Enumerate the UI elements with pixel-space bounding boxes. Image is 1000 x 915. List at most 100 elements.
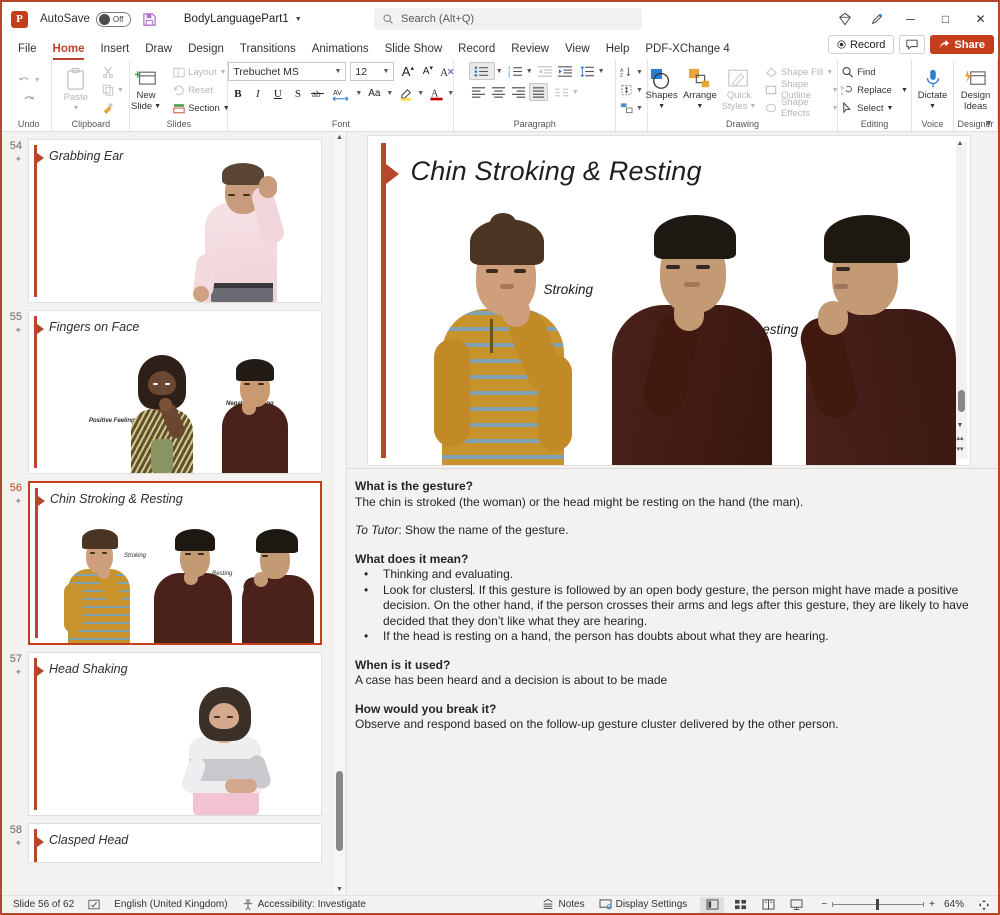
arrange-button[interactable]: Arrange ▼	[682, 68, 718, 112]
tab-draw[interactable]: Draw	[137, 38, 180, 60]
paste-button[interactable]: Paste ▼	[55, 67, 97, 114]
slide-counter[interactable]: Slide 56 of 62	[6, 899, 81, 910]
spellcheck-button[interactable]	[81, 899, 107, 910]
thumbnail-slide-54[interactable]: Grabbing Ear	[28, 139, 322, 303]
new-slide-chevron-down-icon[interactable]: ▼	[154, 101, 161, 112]
justify-button[interactable]	[529, 83, 548, 101]
line-spacing-button[interactable]	[578, 62, 597, 80]
select-chevron-down-icon[interactable]: ▼	[887, 105, 894, 112]
shape-fill-button[interactable]: Shape Fill ▼	[762, 64, 842, 81]
layout-button[interactable]: Layout ▼	[170, 64, 233, 81]
record-button[interactable]: Record	[828, 35, 894, 54]
section-button[interactable]: Section ▼	[170, 100, 233, 117]
thumbnail-slide-58[interactable]: Clasped Head	[28, 823, 322, 863]
display-settings-button[interactable]: Display Settings	[592, 899, 695, 910]
font-name-combobox[interactable]: Trebuchet MS ▼	[228, 62, 346, 81]
character-spacing-chevron-down-icon[interactable]: ▼	[355, 90, 362, 97]
decrease-indent-button[interactable]	[536, 62, 555, 80]
cut-button[interactable]	[99, 64, 127, 81]
align-right-button[interactable]	[509, 83, 528, 101]
shapes-button[interactable]: Shapes ▼	[643, 68, 679, 112]
fit-to-window-button[interactable]	[971, 899, 994, 911]
slide-scroll-up-arrow-icon[interactable]: ▲	[957, 140, 964, 147]
text-highlight-button[interactable]	[397, 84, 416, 103]
columns-button[interactable]	[552, 83, 571, 101]
notes-content[interactable]: What is the gesture? The chin is stroked…	[355, 479, 978, 733]
thumbnail-scroll-down-arrow-icon[interactable]: ▼	[336, 886, 343, 893]
maximize-button[interactable]: □	[928, 3, 963, 35]
thumbnail-row-54[interactable]: 54 ✦ Grabbing Ear	[2, 139, 328, 310]
zoom-slider-handle[interactable]	[876, 899, 879, 910]
shapes-chevron-down-icon[interactable]: ▼	[658, 101, 665, 112]
tab-slide-show[interactable]: Slide Show	[377, 38, 451, 60]
zoom-out-button[interactable]: −	[821, 899, 827, 910]
bold-button[interactable]: B	[228, 84, 247, 103]
search-input[interactable]: Search (Alt+Q)	[374, 8, 642, 30]
reset-button[interactable]: Reset	[170, 82, 233, 99]
thumbnail-row-58[interactable]: 58 ✦ Clasped Head	[2, 823, 328, 870]
increase-font-size-button[interactable]: A▴	[398, 62, 417, 81]
align-text-chevron-down-icon[interactable]: ▼	[636, 87, 643, 94]
align-left-button[interactable]	[469, 83, 488, 101]
underline-button[interactable]: U	[268, 84, 287, 103]
tab-insert[interactable]: Insert	[92, 38, 137, 60]
undo-chevron-down-icon[interactable]: ▼	[34, 77, 41, 84]
diamond-icon[interactable]	[829, 4, 861, 34]
dictate-button[interactable]: Dictate ▼	[912, 68, 954, 112]
zoom-track[interactable]	[832, 904, 924, 905]
shape-fill-chevron-down-icon[interactable]: ▼	[826, 69, 833, 76]
convert-to-smartart-button[interactable]: ▼	[617, 100, 646, 117]
font-name-chevron-down-icon[interactable]: ▼	[334, 68, 341, 75]
select-button[interactable]: Select ▼	[838, 100, 911, 117]
comments-icon[interactable]	[899, 35, 925, 54]
zoom-in-button[interactable]: +	[929, 899, 935, 910]
font-color-button[interactable]: A	[427, 84, 446, 103]
new-slide-button[interactable]: New Slide ▼	[125, 69, 167, 112]
tab-record[interactable]: Record	[450, 38, 503, 60]
text-shadow-button[interactable]: S	[288, 84, 307, 103]
replace-button[interactable]: bc Replace ▼	[838, 82, 911, 99]
slide-sorter-button[interactable]	[728, 897, 752, 913]
slide-scroll-down-arrow-icon[interactable]: ▼	[957, 422, 964, 429]
thumbnail-scroll-up-arrow-icon[interactable]: ▲	[336, 134, 343, 141]
text-highlight-chevron-down-icon[interactable]: ▼	[417, 90, 424, 97]
thumbnail-row-56[interactable]: 56 ✦ Chin Stroking & Resting Stroking Re…	[2, 481, 328, 652]
notes-pane[interactable]: What is the gesture? The chin is stroked…	[347, 468, 998, 895]
columns-chevron-down-icon[interactable]: ▼	[572, 89, 579, 96]
redo-button[interactable]	[19, 91, 39, 108]
accessibility-button[interactable]: Accessibility: Investigate	[235, 899, 373, 911]
tab-pdf-xchange[interactable]: PDF-XChange 4	[637, 38, 737, 60]
document-title[interactable]: BodyLanguagePart1	[184, 13, 289, 25]
font-color-chevron-down-icon[interactable]: ▼	[447, 90, 454, 97]
zoom-level-label[interactable]: 64%	[940, 899, 964, 910]
current-slide[interactable]: Chin Stroking & Resting Stroking Resting	[367, 135, 971, 466]
align-center-button[interactable]	[489, 83, 508, 101]
italic-button[interactable]: I	[248, 84, 267, 103]
previous-slide-button[interactable]: ▴▴	[957, 434, 964, 442]
tab-file[interactable]: File	[10, 38, 45, 60]
slide-scrollbar[interactable]: ▲ ▼ ▴▴ ▾▾	[956, 142, 967, 459]
quick-styles-chevron-down-icon[interactable]: ▼	[749, 101, 756, 112]
thumbnail-row-53[interactable]: 53	[2, 132, 328, 139]
share-button[interactable]: Share	[930, 35, 994, 54]
language-indicator[interactable]: English (United Kingdom)	[107, 899, 234, 910]
find-button[interactable]: Find	[838, 64, 911, 81]
quick-styles-button[interactable]: Quick Styles ▼	[720, 69, 758, 112]
numbering-button[interactable]: 123	[506, 62, 525, 80]
text-direction-button[interactable]: AZ ▼	[617, 64, 646, 81]
design-ideas-button[interactable]: Design Ideas	[955, 69, 997, 112]
shape-effects-button[interactable]: Shape Effects ▼	[762, 100, 842, 117]
thumbnail-slide-57[interactable]: Head Shaking	[28, 652, 322, 816]
thumbnail-row-57[interactable]: 57 ✦ Head Shaking	[2, 652, 328, 823]
text-direction-chevron-down-icon[interactable]: ▼	[636, 69, 643, 76]
font-size-chevron-down-icon[interactable]: ▼	[382, 68, 389, 75]
collapse-ribbon-button[interactable]: ▼	[984, 118, 993, 128]
pen-icon[interactable]	[861, 4, 893, 34]
tab-help[interactable]: Help	[598, 38, 638, 60]
document-title-chevron-down-icon[interactable]: ▼	[295, 16, 302, 23]
character-spacing-button[interactable]: AV	[328, 84, 354, 103]
thumbnail-row-55[interactable]: 55 ✦ Fingers on Face Positive Feeling Ne…	[2, 310, 328, 481]
slide-scrollbar-thumb[interactable]	[958, 390, 965, 412]
reading-view-button[interactable]	[756, 897, 780, 913]
line-spacing-chevron-down-icon[interactable]: ▼	[598, 68, 605, 75]
